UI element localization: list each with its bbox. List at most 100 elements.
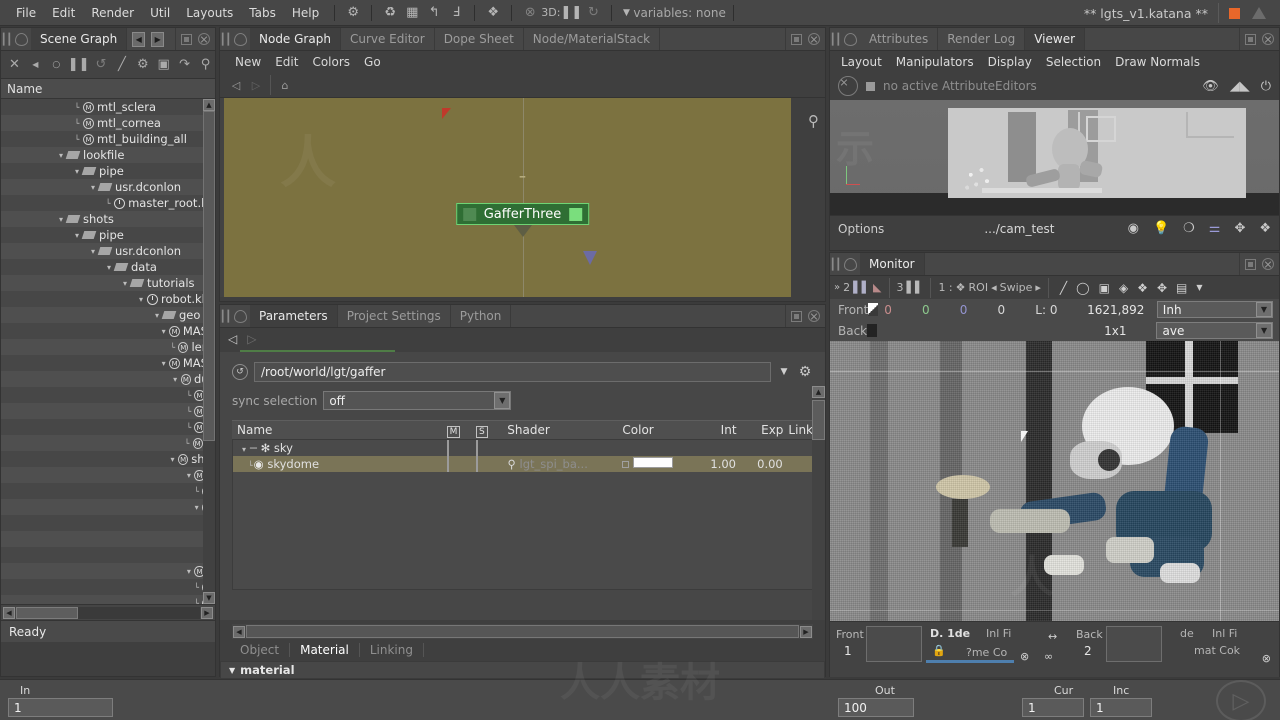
record-icon[interactable]: ○ <box>47 54 66 76</box>
scroll-thumb[interactable] <box>812 400 825 440</box>
parameters-vscrollbar[interactable]: ▲ <box>812 386 825 620</box>
row-mute-checkbox[interactable] <box>442 440 471 456</box>
refresh-icon[interactable]: ↺ <box>92 54 111 76</box>
row-solo-checkbox[interactable] <box>471 440 502 456</box>
row-solo-checkbox[interactable] <box>471 456 502 472</box>
expander-icon[interactable]: ▾ <box>167 455 178 464</box>
hscroll-track[interactable] <box>16 606 200 619</box>
node-path-field[interactable]: /root/world/lgt/gaffer <box>254 362 771 382</box>
maximize-icon[interactable] <box>791 33 802 45</box>
chevron-down-icon[interactable]: ▼ <box>1196 283 1202 292</box>
menu-selection[interactable]: Selection <box>1039 55 1108 69</box>
panel-grip[interactable]: ┃┃ <box>219 28 231 50</box>
expander-icon[interactable]: ▾ <box>183 471 194 480</box>
scene-graph-item[interactable]: ▾Mb <box>1 563 215 579</box>
scene-graph-item[interactable]: ▾ pipe <box>1 163 215 179</box>
diamond-icon[interactable]: ❖ <box>1137 281 1148 295</box>
node-gafferthree[interactable]: GafferThree <box>455 203 590 225</box>
variables-label[interactable]: variables: none <box>633 6 725 20</box>
render-icon[interactable]: ▦ <box>401 5 423 20</box>
target-icon[interactable]: ✥ <box>1157 281 1167 295</box>
close-icon[interactable] <box>1262 33 1274 45</box>
inc-field[interactable]: 1 <box>1090 698 1152 717</box>
scene-graph-tree[interactable]: └ Mmtl_sclera └ Mmtl_cornea └ Mmtl_building_a… <box>1 99 215 604</box>
cur-field[interactable]: 1 <box>1022 698 1084 717</box>
scene-graph-item[interactable]: └Mp <box>1 419 215 435</box>
light-icon[interactable]: 💡 <box>1153 221 1169 236</box>
material-section-header[interactable]: ▼ material <box>220 661 825 679</box>
tab-render-log[interactable]: Render Log <box>938 28 1026 50</box>
recycle-icon[interactable]: ♻ <box>379 5 401 20</box>
tab-material[interactable]: Material <box>290 643 360 657</box>
scroll-left-button[interactable]: ◀ <box>3 606 15 619</box>
close-icon[interactable] <box>808 33 820 45</box>
panel-grip[interactable]: ┃┃ <box>829 28 841 50</box>
scene-graph-item[interactable]: └Mlens <box>1 339 215 355</box>
front-swatch[interactable] <box>868 303 879 316</box>
menu-new[interactable]: New <box>228 54 268 70</box>
aperture-icon[interactable]: ❍ <box>1183 221 1195 236</box>
back-icon[interactable]: ◁ <box>226 79 246 92</box>
center-icon[interactable]: ◈ <box>1119 281 1128 295</box>
scene-graph-item[interactable]: ▾ robot.klf <box>1 291 215 307</box>
nav-forward-button[interactable]: ▶ <box>151 31 165 47</box>
panel-grip[interactable]: ┃┃ <box>219 305 231 327</box>
warning-icon[interactable] <box>1252 7 1266 19</box>
snapshot-icon[interactable]: ▤ <box>1176 281 1187 295</box>
tab-python[interactable]: Python <box>451 305 512 327</box>
pin-icon[interactable]: ⚌ <box>1209 221 1221 236</box>
search-icon[interactable]: ⚲ <box>196 54 215 76</box>
back-channel-select[interactable]: ave ▼ <box>1156 322 1274 339</box>
nav-back-icon[interactable]: ◁ <box>228 332 237 346</box>
row-shader-cell[interactable]: ⚲ lgt_spi_ba... <box>502 457 617 471</box>
maximize-icon[interactable] <box>1245 33 1256 45</box>
panel-pin-icon[interactable] <box>230 28 250 50</box>
close-icon[interactable] <box>198 33 210 45</box>
hscroll-thumb[interactable] <box>16 606 78 619</box>
chevron-down-icon[interactable]: ▼ <box>1256 302 1272 317</box>
panel-grip[interactable]: ┃┃ <box>829 253 841 275</box>
scene-graph-item[interactable]: ▾ usr.dconlon <box>1 243 215 259</box>
scroll-up-button[interactable]: ▲ <box>812 386 825 398</box>
tab-monitor[interactable]: Monitor <box>860 253 925 275</box>
chevron-down-icon[interactable]: ▼ <box>777 367 791 377</box>
out-field[interactable]: 100 <box>838 698 914 717</box>
menu-help[interactable]: Help <box>284 4 327 22</box>
in-field[interactable]: 1 <box>8 698 113 717</box>
row-color-cell[interactable] <box>617 457 689 471</box>
back-swatch[interactable] <box>867 324 878 337</box>
scroll-left-button[interactable]: ◀ <box>233 625 245 638</box>
search-icon[interactable]: ⚲ <box>808 112 819 130</box>
nav-forward-icon[interactable]: ▷ <box>247 332 256 346</box>
preview-render-icon[interactable]: Ⅎ <box>445 5 467 20</box>
chevron-down-icon[interactable]: ▼ <box>494 392 511 409</box>
menu-draw-normals[interactable]: Draw Normals <box>1108 55 1207 69</box>
scene-graph-item[interactable]: └Mtr <box>1 435 215 451</box>
forward-icon[interactable]: ▷ <box>246 79 266 92</box>
expander-icon[interactable]: ▾ <box>170 375 181 384</box>
diamond-icon[interactable]: ❖ <box>1259 221 1271 236</box>
eye-gear-icon[interactable]: 👁 <box>1202 79 1219 94</box>
table-row[interactable]: └ ◉ skydome ⚲ lgt_spi_ba... 1.00 0.00 <box>233 456 812 472</box>
expander-icon[interactable]: ▾ <box>191 503 202 512</box>
power-icon[interactable]: ⏻ <box>1261 79 1271 94</box>
scroll-up-button[interactable]: ▲ <box>203 99 215 111</box>
flush-icon[interactable]: ↰ <box>423 5 445 20</box>
gear-icon[interactable]: ⚙ <box>342 5 364 20</box>
scene-graph-item[interactable]: ▾ pipe <box>1 227 215 243</box>
expander-icon[interactable]: ▾ <box>238 445 250 454</box>
color-toggle-icon[interactable] <box>622 461 630 468</box>
node-input-port[interactable] <box>462 207 476 221</box>
front-channel-select[interactable]: Inh ▼ <box>1156 301 1273 318</box>
close-icon[interactable] <box>1262 258 1274 270</box>
panel-pin-icon[interactable] <box>840 253 860 275</box>
view-flag-icon[interactable] <box>442 108 451 119</box>
scroll-right-button[interactable]: ▶ <box>800 625 812 638</box>
row-int-cell[interactable]: 1.00 <box>689 457 736 471</box>
tab-viewer[interactable]: Viewer <box>1025 28 1086 50</box>
eyedropper-icon[interactable]: ╱ <box>1060 281 1067 295</box>
scene-graph-item[interactable]: ▾ shots <box>1 211 215 227</box>
row-exp-cell[interactable]: 0.00 <box>736 457 783 471</box>
scene-graph-item[interactable]: ▾ geo <box>1 307 215 323</box>
compare-icon[interactable]: ▌▌ <box>853 281 870 294</box>
